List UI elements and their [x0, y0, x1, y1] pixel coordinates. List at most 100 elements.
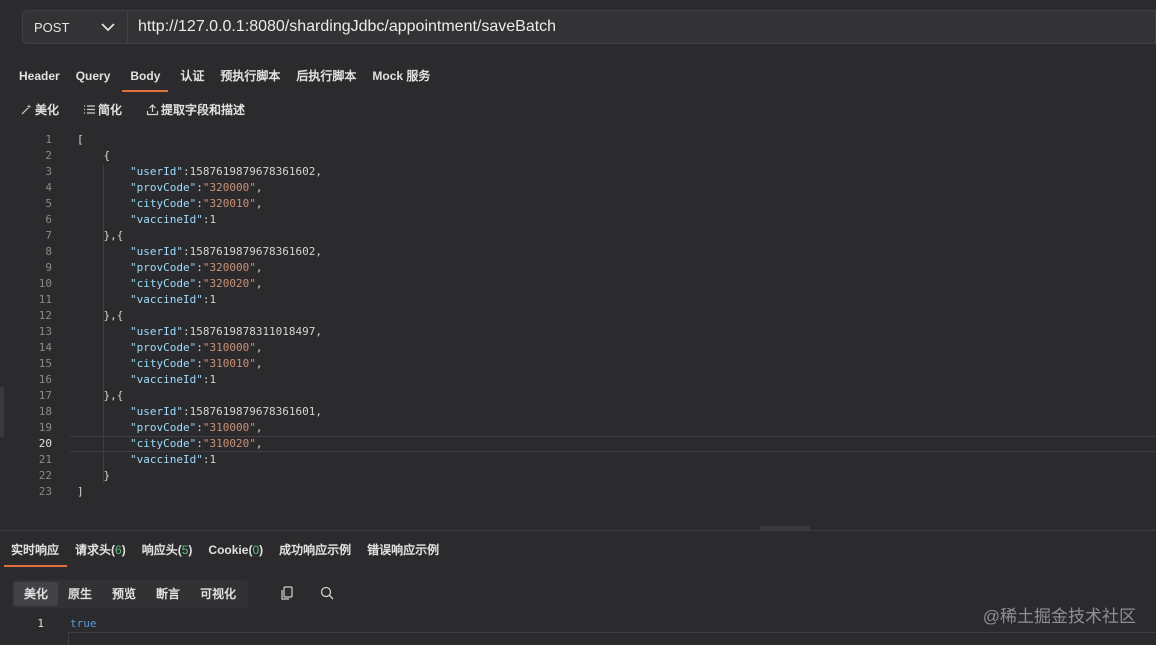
response-value: true	[70, 617, 97, 630]
view-mode-0[interactable]: 美化	[14, 582, 59, 606]
tab-0[interactable]: Header	[0, 62, 68, 90]
tab-6[interactable]: Mock 服务	[364, 62, 438, 90]
code-line: 8 "userId":1587619879678361602,	[0, 244, 1156, 260]
response-tab-4[interactable]: 成功响应示例	[271, 536, 359, 564]
paren: )	[121, 543, 126, 557]
tab-5[interactable]: 后执行脚本	[288, 62, 364, 90]
line-number: 5	[45, 197, 52, 210]
search-icon[interactable]	[319, 585, 335, 601]
line-number: 1	[45, 133, 52, 146]
response-tab-5[interactable]: 错误响应示例	[359, 536, 447, 564]
line-number: 11	[38, 293, 52, 306]
code-text: [	[77, 133, 84, 146]
code-text: },{	[77, 229, 124, 242]
watermark: @稀土掘金技术社区	[982, 607, 1136, 626]
line-number: 16	[38, 373, 52, 386]
code-text: },{	[77, 389, 124, 402]
code-text: "cityCode":"320010",	[129, 197, 263, 210]
tab-3[interactable]: 认证	[172, 62, 212, 90]
code-text: "provCode":"320000",	[129, 261, 263, 274]
copy-icon[interactable]	[279, 585, 295, 601]
response-tab-label: 实时响应	[11, 543, 60, 557]
url-input[interactable]: http://127.0.0.1:8080/shardingJdbc/appoi…	[128, 10, 1156, 44]
code-text: "userId":1587619879678361602,	[129, 165, 323, 178]
view-mode-1[interactable]: 原生	[58, 582, 102, 606]
response-tabs: 实时响应 请求头(6) 响应头(5) Cookie(0) 成功响应示例 错误响应示例	[0, 536, 447, 567]
code-text: "userId":1587619879678361602,	[129, 245, 323, 258]
tab-1[interactable]: Query	[68, 62, 119, 90]
gutter-line	[68, 632, 69, 645]
code-text: "vaccineId":1	[129, 373, 217, 386]
simplify-button[interactable]: 简化	[83, 101, 122, 118]
view-mode-4[interactable]: 可视化	[190, 582, 246, 606]
response-tab-2[interactable]: 响应头(5)	[134, 536, 201, 564]
response-tab-label: 错误响应示例	[367, 543, 440, 557]
panel-split-grip[interactable]	[760, 526, 810, 530]
response-tab-1[interactable]: 请求头(6)	[67, 536, 134, 564]
list-icon	[84, 105, 96, 114]
line-number: 9	[45, 261, 52, 274]
code-line: 6 "vaccineId":1	[0, 212, 1156, 228]
code-line: 19 "provCode":"310000",	[0, 420, 1156, 436]
line-number: 1	[37, 617, 44, 630]
response-tab-label: 响应头	[141, 543, 178, 557]
view-mode-2[interactable]: 预览	[102, 582, 146, 606]
code-text: "userId":1587619879678361601,	[129, 405, 323, 418]
code-text: },{	[77, 309, 124, 322]
body-toolbar: 美化 简化 提取字段和描述	[20, 101, 269, 118]
code-line: 12 },{	[0, 308, 1156, 324]
panel-resize-handle[interactable]	[0, 387, 4, 437]
line-number: 6	[45, 213, 52, 226]
line-number: 7	[45, 229, 52, 242]
code-line: 1[	[0, 132, 1156, 148]
response-tab-count: 6	[115, 543, 122, 557]
request-body-editor[interactable]: 1[2 {3 "userId":1587619879678361602, 4 "p…	[0, 132, 1156, 528]
beautify-label: 美化	[35, 103, 60, 117]
line-number: 20	[38, 437, 52, 450]
line-number: 18	[38, 405, 52, 418]
code-line: 5 "cityCode":"320010",	[0, 196, 1156, 212]
method-select[interactable]: POST	[22, 10, 128, 44]
line-number: 17	[38, 389, 52, 402]
code-text: ]	[77, 485, 84, 498]
code-line: 10 "cityCode":"320020",	[0, 276, 1156, 292]
response-tab-label: Cookie	[208, 543, 249, 557]
line-number: 4	[45, 181, 52, 194]
code-line: 4 "provCode":"320000",	[0, 180, 1156, 196]
code-line: 3 "userId":1587619879678361602,	[0, 164, 1156, 180]
simplify-label: 简化	[98, 103, 123, 117]
response-tab-3[interactable]: Cookie(0)	[200, 536, 271, 564]
code-text: {	[77, 149, 111, 162]
chevron-down-icon	[101, 23, 115, 32]
code-line: 16 "vaccineId":1	[0, 372, 1156, 388]
beautify-button[interactable]: 美化	[20, 101, 59, 118]
code-line: 13 "userId":1587619878311018497,	[0, 324, 1156, 340]
line-number: 21	[38, 453, 52, 466]
paren: )	[259, 543, 264, 557]
view-mode-3[interactable]: 断言	[146, 582, 190, 606]
line-number: 15	[38, 357, 52, 370]
code-line: 9 "provCode":"320000",	[0, 260, 1156, 276]
line-number: 3	[45, 165, 52, 178]
line-number: 23	[38, 485, 52, 498]
code-line: 18 "userId":1587619879678361601,	[0, 404, 1156, 420]
tab-2[interactable]: Body	[122, 62, 169, 92]
request-tabs: Header Query Body 认证 预执行脚本 后执行脚本 Mock 服务	[0, 62, 438, 92]
tab-4[interactable]: 预执行脚本	[212, 62, 288, 90]
line-number: 13	[38, 325, 52, 338]
response-tab-0[interactable]: 实时响应	[0, 536, 68, 567]
code-text: "vaccineId":1	[129, 213, 217, 226]
magic-wand-icon	[21, 104, 32, 115]
code-line: 22 }	[0, 468, 1156, 484]
code-line: 20 "cityCode":"310020",	[0, 436, 1156, 452]
line-number: 12	[38, 309, 52, 322]
code-line: 2 {	[0, 148, 1156, 164]
response-tab-label: 请求头	[75, 543, 112, 557]
url-bar: POST http://127.0.0.1:8080/shardingJdbc/…	[0, 0, 1156, 54]
line-number: 10	[38, 277, 52, 290]
code-line: 23]	[0, 484, 1156, 500]
extract-fields-button[interactable]: 提取字段和描述	[146, 101, 245, 118]
line-number: 22	[38, 469, 52, 482]
code-line: 17 },{	[0, 388, 1156, 404]
code-text: "cityCode":"320020",	[129, 277, 263, 290]
